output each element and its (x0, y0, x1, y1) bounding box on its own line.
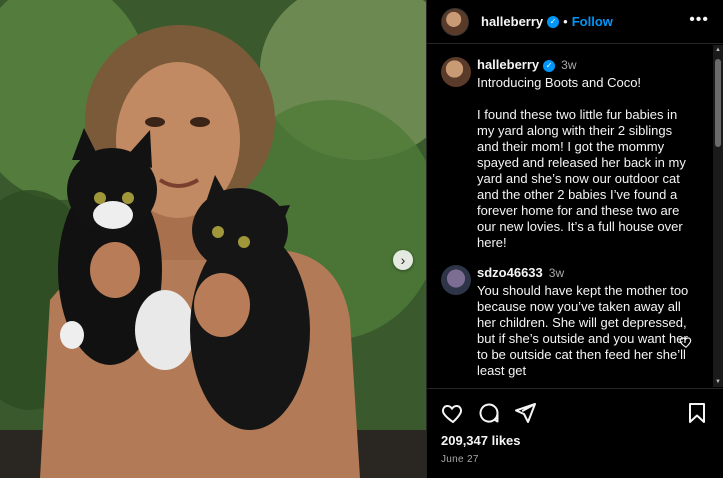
verified-badge-icon: ✓ (547, 15, 560, 28)
caption-text: Introducing Boots and Coco! I found thes… (477, 75, 686, 250)
caption-item: halleberry ✓ 3w Introducing Boots and Coco… (441, 57, 699, 251)
comment-item: sdzo46633 3w You should have kept the mot… (441, 265, 699, 379)
comment-timestamp[interactable]: 3w (549, 266, 564, 280)
avatar[interactable] (441, 7, 469, 36)
comment-author[interactable]: sdzo46633 (477, 265, 543, 280)
scrollbar-thumb[interactable] (715, 59, 721, 147)
post-actions: 209,347 likes June 27 (427, 388, 723, 465)
share-icon[interactable] (513, 401, 537, 425)
follow-button[interactable]: Follow (572, 14, 613, 29)
carousel-next-button[interactable]: › (393, 250, 413, 270)
verified-badge-icon: ✓ (543, 59, 556, 72)
post-sidebar: halleberry ✓ • Follow ••• halleberry ✓ 3w … (426, 0, 723, 478)
photo-illustration (0, 0, 426, 478)
scroll-up-icon[interactable]: ▲ (714, 47, 722, 53)
scroll-down-icon[interactable]: ▼ (714, 379, 722, 385)
caption-username[interactable]: halleberry (477, 57, 539, 72)
more-options-icon[interactable]: ••• (689, 12, 709, 28)
bookmark-icon[interactable] (685, 401, 709, 425)
comment-icon[interactable] (477, 401, 501, 425)
post-header: halleberry ✓ • Follow ••• (427, 0, 723, 44)
avatar[interactable] (441, 57, 471, 87)
likes-count[interactable]: 209,347 likes (441, 433, 709, 448)
avatar[interactable] (441, 265, 471, 295)
header-username[interactable]: halleberry (481, 14, 543, 29)
caption-timestamp[interactable]: 3w (561, 58, 576, 72)
comment-text: You should have kept the mother too beca… (477, 283, 689, 378)
comment-like-heart-icon[interactable] (679, 335, 693, 349)
post-date[interactable]: June 27 (441, 454, 709, 465)
post-photo[interactable]: › (0, 0, 426, 478)
comments-list[interactable]: halleberry ✓ 3w Introducing Boots and Coco… (427, 45, 713, 387)
comments-scrollbar[interactable]: ▲ ▼ (713, 45, 723, 387)
heart-icon[interactable] (441, 401, 465, 425)
separator-dot: • (563, 14, 568, 29)
